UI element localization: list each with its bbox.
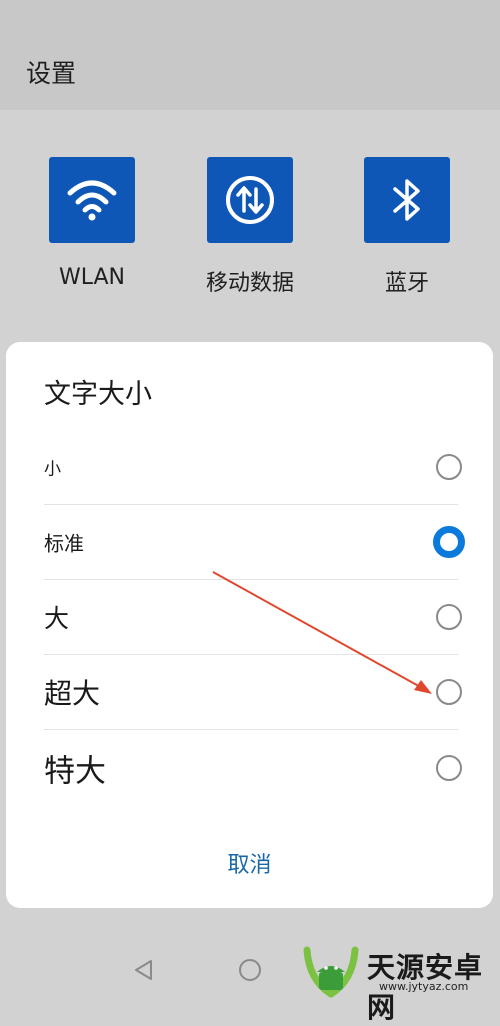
android-logo-icon: [303, 946, 359, 998]
settings-header: 设置: [0, 0, 500, 110]
dialog-title: 文字大小: [44, 379, 152, 410]
back-icon[interactable]: [132, 958, 154, 982]
mobile-data-icon: [226, 176, 274, 224]
quick-tiles: WLAN 移动数据 蓝牙: [0, 110, 500, 345]
home-icon[interactable]: [238, 958, 262, 982]
option-small-label: 小: [44, 459, 61, 480]
bluetooth-icon: [393, 179, 420, 221]
option-large-label: 大: [44, 604, 70, 633]
radio-small[interactable]: [436, 454, 462, 480]
page-title: 设置: [26, 59, 77, 88]
radio-large[interactable]: [436, 604, 462, 630]
tile-wlan[interactable]: WLAN: [22, 157, 162, 290]
tile-mobile-data-label: 移动数据: [205, 271, 294, 296]
option-standard-label: 标准: [44, 531, 84, 556]
cancel-button[interactable]: 取消: [6, 847, 493, 879]
option-extra-large[interactable]: 超大: [44, 655, 462, 730]
tile-bluetooth-label: 蓝牙: [384, 271, 429, 296]
radio-extra-large[interactable]: [436, 679, 462, 705]
tile-bluetooth[interactable]: 蓝牙: [337, 157, 477, 297]
option-small[interactable]: 小: [44, 430, 462, 505]
wifi-icon: [67, 180, 117, 221]
tile-mobile-data-box[interactable]: [207, 157, 293, 243]
tile-mobile-data[interactable]: 移动数据: [180, 157, 320, 297]
tile-wlan-label: WLAN: [58, 265, 126, 290]
text-size-dialog: 文字大小 小 标准 大 超大 特大 取消: [6, 342, 493, 908]
radio-huge[interactable]: [436, 754, 462, 781]
option-huge[interactable]: 特大: [44, 730, 462, 805]
option-extra-large-label: 超大: [44, 677, 101, 710]
tile-bluetooth-box[interactable]: [364, 157, 450, 243]
radio-standard[interactable]: [433, 526, 465, 558]
option-large[interactable]: 大: [44, 580, 462, 655]
watermark-logo: 天源安卓网 www.jytyaz.com: [295, 940, 500, 1024]
watermark-url: www.jytyaz.com: [379, 980, 469, 993]
option-huge-label: 特大: [44, 753, 106, 789]
tile-wlan-box[interactable]: [49, 157, 135, 243]
option-standard[interactable]: 标准: [44, 505, 465, 580]
text-size-options: 小 标准 大 超大 特大: [44, 430, 465, 805]
